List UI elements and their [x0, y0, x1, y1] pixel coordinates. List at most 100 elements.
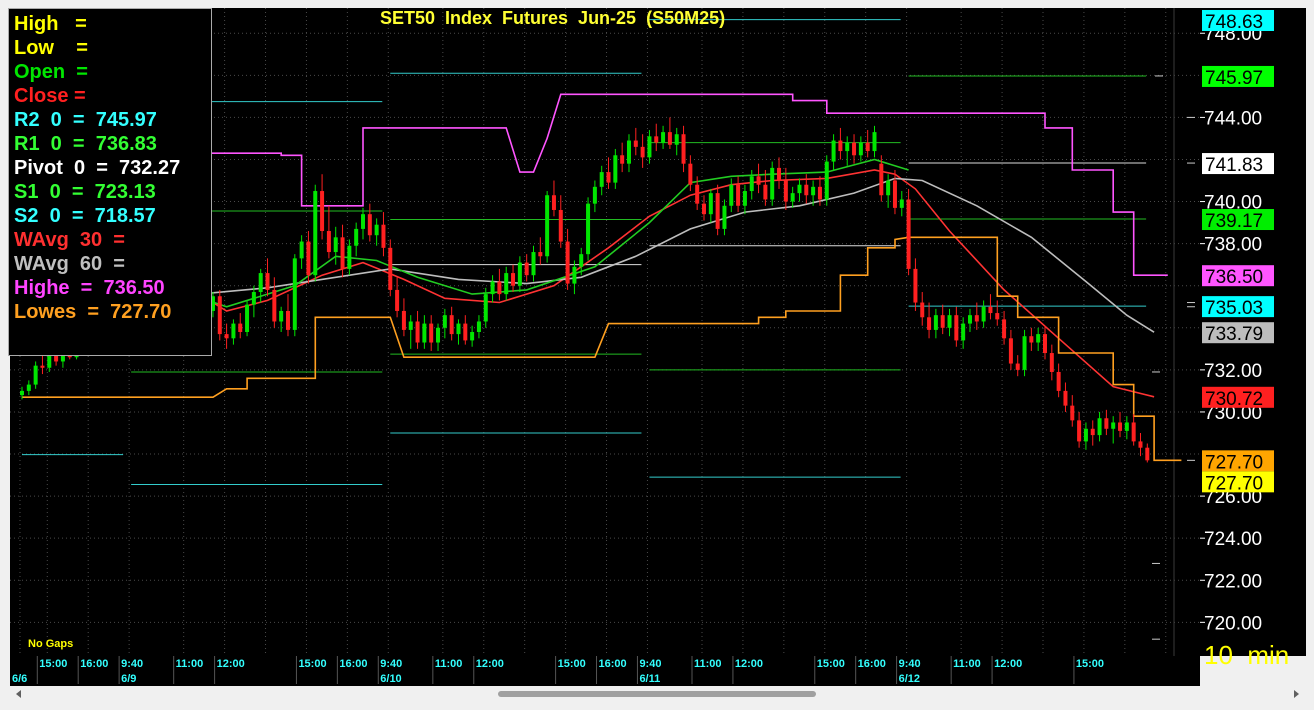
- legend-row: Lowes = 727.70: [14, 301, 171, 323]
- candle-body: [872, 132, 877, 152]
- scroll-left-icon[interactable]: [16, 690, 21, 698]
- price-tag-label: 748.63: [1205, 12, 1263, 33]
- price-tag-label: 730.72: [1205, 389, 1263, 410]
- scroll-right-icon[interactable]: [1294, 690, 1299, 698]
- candle-body: [770, 167, 775, 200]
- candle-body: [681, 134, 686, 164]
- price-tag: 735.03: [1202, 296, 1274, 319]
- scrollbar-thumb[interactable]: [498, 691, 816, 697]
- y-tick-label: 732.00: [1204, 361, 1262, 382]
- legend-label: Close =: [14, 85, 86, 107]
- price-tag: 733.79: [1202, 322, 1274, 345]
- candle-body: [817, 186, 822, 200]
- time-label: 12:00: [994, 658, 1022, 670]
- candle-body: [783, 180, 788, 202]
- candle-body: [40, 365, 45, 368]
- price-tag: 741.83: [1202, 153, 1274, 176]
- legend-row: Open =: [14, 61, 88, 83]
- candle-body: [422, 323, 427, 343]
- candle-body: [367, 214, 372, 236]
- candle-body: [408, 321, 413, 330]
- legend-row: WAvg 30 =: [14, 229, 125, 251]
- candle-body: [292, 258, 297, 330]
- price-tag: 727.70: [1202, 450, 1274, 473]
- candle-body: [1070, 405, 1075, 421]
- candle-body: [995, 313, 1000, 320]
- candle-body: [429, 323, 434, 343]
- price-tag-label: 741.83: [1205, 155, 1263, 176]
- candle-body: [340, 237, 345, 269]
- candle-body: [1145, 447, 1150, 461]
- legend-row: R2 0 = 745.97: [14, 109, 157, 131]
- date-label: 6/9: [121, 673, 136, 685]
- candle-body: [981, 306, 986, 322]
- price-tag: 736.50: [1202, 265, 1274, 288]
- candle-body: [613, 155, 618, 183]
- date-label: 6/10: [380, 673, 401, 685]
- candle-body: [838, 140, 843, 152]
- no-gaps-label: No Gaps: [28, 638, 74, 650]
- candle-body: [722, 205, 727, 229]
- time-label: 15:00: [1076, 658, 1104, 670]
- time-label: 16:00: [599, 658, 627, 670]
- candle-body: [749, 176, 754, 192]
- price-tag: 739.17: [1202, 209, 1274, 232]
- legend-row: S2 0 = 718.57: [14, 205, 156, 227]
- candle-body: [961, 323, 966, 341]
- date-label: 6/11: [639, 673, 660, 685]
- candle-body: [1022, 336, 1027, 370]
- chart-window: 748.00 744.00 740.00 738.00 732.00 730.00 726.…: [0, 0, 1314, 710]
- candle-body: [708, 193, 713, 215]
- candle-body: [899, 199, 904, 208]
- legend-label: Low =: [14, 37, 88, 59]
- candle-body: [1118, 422, 1123, 431]
- candle-body: [947, 315, 952, 328]
- chart-title: SET50 Index Futures Jun-25 (S50M25): [380, 8, 726, 28]
- candle-body: [1138, 441, 1143, 448]
- candle-body: [524, 262, 529, 276]
- y-tick-label: 744.00: [1204, 108, 1262, 129]
- legend-row: Highe = 736.50: [14, 277, 165, 299]
- candle-body: [599, 172, 604, 187]
- candle-body: [1131, 422, 1136, 442]
- time-label: 11:00: [953, 658, 981, 670]
- candle-body: [633, 140, 638, 147]
- price-axis[interactable]: 748.00 744.00 740.00 738.00 732.00 730.00 726.…: [1200, 8, 1306, 656]
- candle-body: [1049, 353, 1054, 372]
- legend-row: Pivot 0 = 732.27: [14, 157, 180, 179]
- time-label: 12:00: [476, 658, 504, 670]
- candle-body: [933, 315, 938, 330]
- price-tag-label: 727.70: [1205, 473, 1263, 494]
- interval-label[interactable]: 10 min: [1204, 640, 1289, 671]
- horizontal-scrollbar[interactable]: [10, 686, 1306, 702]
- time-axis-svg: 15:00 16:00 9:40 11:00 12:00 15:00 16:00 9:40 11…: [12, 656, 1104, 685]
- legend-label: R2 0: [14, 109, 62, 131]
- candle-body: [33, 365, 38, 385]
- candle-body: [258, 273, 263, 293]
- time-label: 15:00: [558, 658, 586, 670]
- legend-label: S2 0: [14, 205, 61, 227]
- candle-body: [804, 184, 809, 196]
- candle-body: [224, 334, 229, 339]
- time-label: 11:00: [176, 658, 204, 670]
- price-tag-label: 736.50: [1205, 267, 1263, 288]
- candle-body: [858, 142, 863, 156]
- candle-body: [1124, 422, 1129, 431]
- candle-body: [545, 195, 550, 257]
- candle-body: [736, 184, 741, 206]
- candle-body: [845, 142, 850, 152]
- candle-body: [777, 167, 782, 181]
- candle-body: [592, 186, 597, 204]
- candle-body: [852, 142, 857, 156]
- time-axis[interactable]: 15:00 16:00 9:40 11:00 12:00 15:00 16:00 9:40 11…: [10, 656, 1200, 686]
- candle-body: [640, 146, 645, 158]
- legend-label: S1 0: [14, 181, 61, 203]
- time-label: 11:00: [435, 658, 463, 670]
- legend-label: WAvg 60 =: [14, 253, 125, 275]
- legend-label: Lowes = 727.70: [14, 301, 172, 323]
- legend-label: WAvg 30 =: [14, 229, 125, 251]
- candle-body: [831, 140, 836, 162]
- date-label: 6/6: [12, 673, 27, 685]
- candle-body: [620, 155, 625, 164]
- candle-body: [606, 172, 611, 183]
